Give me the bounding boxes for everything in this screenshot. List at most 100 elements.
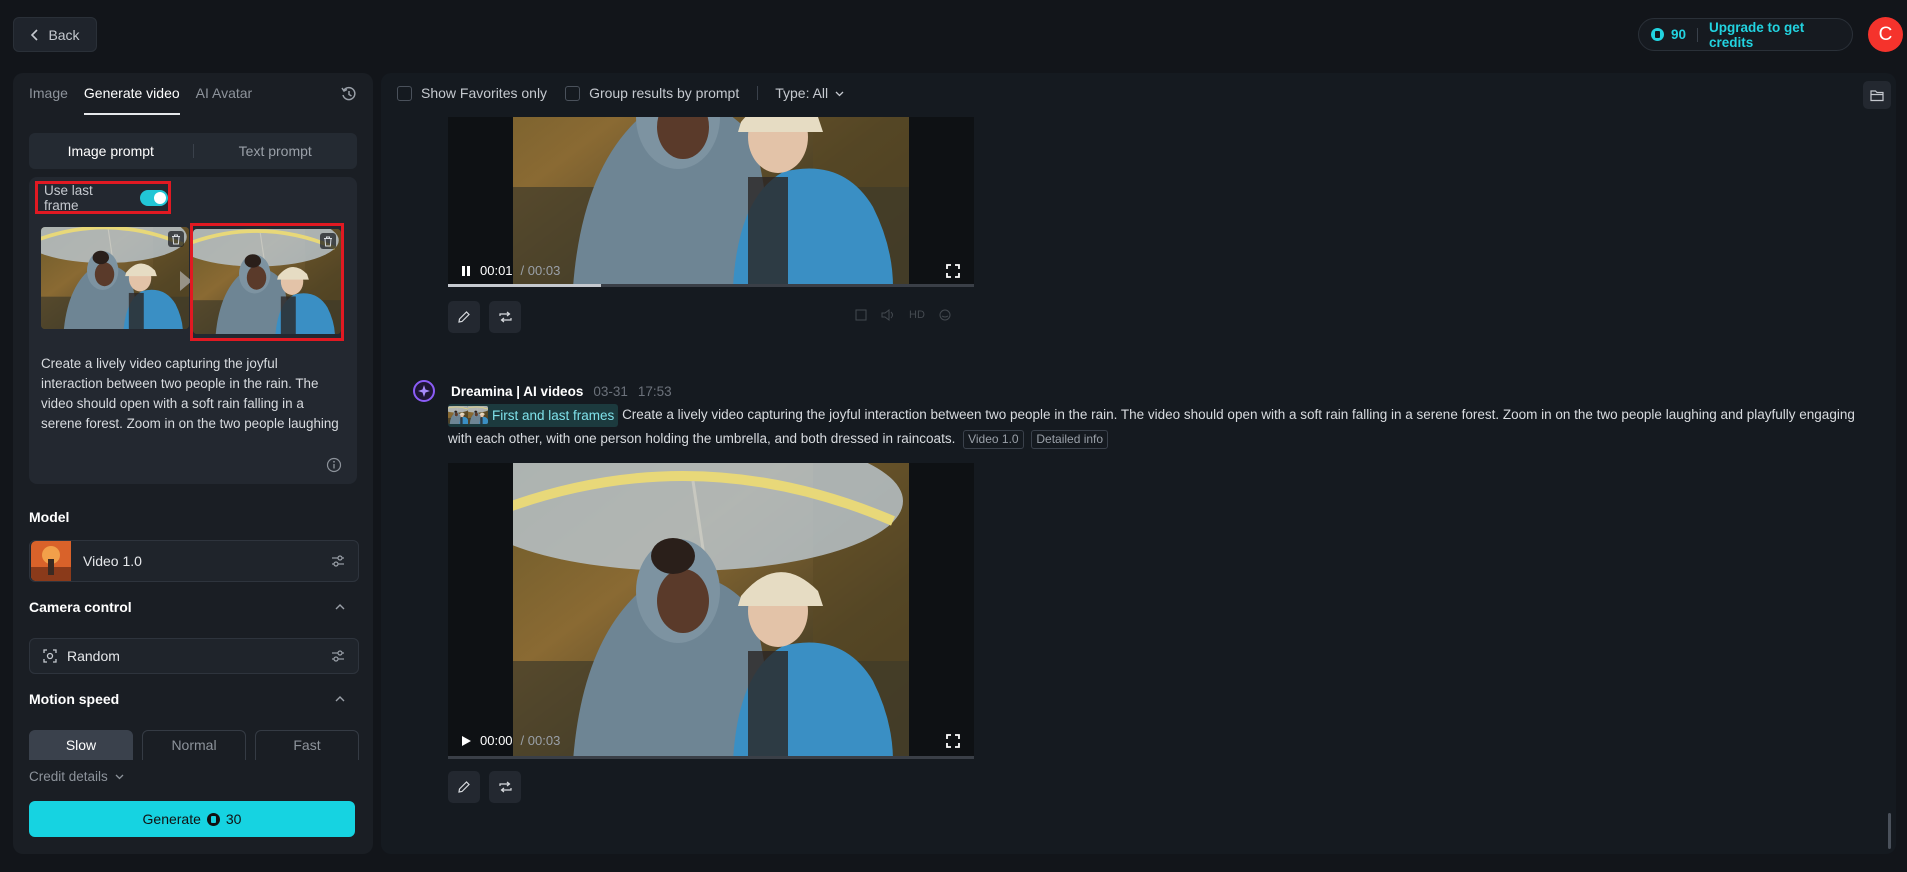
generator-tabs: Image Generate video AI Avatar: [29, 85, 252, 115]
hd-upscale-icon[interactable]: HD: [909, 309, 925, 321]
credit-coin-icon: [206, 812, 220, 826]
generate-cost: 30: [225, 811, 242, 827]
type-filter-label: Type: All: [775, 85, 829, 101]
text-prompt-option[interactable]: Text prompt: [194, 143, 358, 159]
video-2-controls: 00:00 / 00:03: [460, 733, 560, 748]
edit-button[interactable]: [448, 771, 480, 803]
pause-icon[interactable]: [460, 265, 472, 277]
folder-icon: [1870, 89, 1884, 101]
user-avatar[interactable]: C: [1868, 17, 1903, 52]
credit-balance: 90: [1671, 27, 1687, 42]
info-icon[interactable]: [326, 457, 342, 473]
divider: [1697, 27, 1699, 42]
use-last-frame-label: Use last frame: [44, 182, 93, 213]
first-frame-thumbnail[interactable]: [41, 227, 189, 329]
scrollbar-thumb[interactable]: [1888, 813, 1891, 849]
last-frame-image: [193, 229, 341, 334]
favorites-checkbox[interactable]: [397, 85, 412, 101]
video-2-image: [513, 463, 909, 759]
back-label: Back: [48, 26, 80, 43]
upgrade-link[interactable]: Upgrade to get credits: [1709, 20, 1852, 50]
motion-speed-options: Slow Normal Fast: [29, 730, 359, 760]
model-select[interactable]: Video 1.0: [29, 540, 359, 582]
video-2-progress-track[interactable]: [448, 756, 974, 759]
tab-image[interactable]: Image: [29, 85, 68, 115]
image-prompt-option[interactable]: Image prompt: [29, 143, 193, 159]
frame-icon[interactable]: [855, 309, 867, 321]
video-1-progress-fill: [448, 284, 601, 287]
model-name: Video 1.0: [83, 553, 142, 569]
trash-icon[interactable]: [320, 233, 336, 249]
credits-pill[interactable]: 90 Upgrade to get credits: [1638, 18, 1853, 51]
model-section-label: Model: [29, 509, 70, 525]
video-frame-2: [513, 463, 909, 759]
chevron-down-icon: [115, 774, 124, 780]
pencil-icon: [458, 781, 470, 793]
history-icon[interactable]: [340, 85, 358, 103]
first-frame-image: [41, 227, 189, 329]
detailed-info-button[interactable]: Detailed info: [1031, 429, 1109, 449]
prompt-card: Use last frame Create a lively video cap…: [29, 177, 357, 484]
filter-bar: Show Favorites only Group results by pro…: [397, 85, 863, 101]
video-1-duration: / 00:03: [520, 263, 561, 278]
credit-coin-icon: [1651, 28, 1664, 41]
entry-date: 03-31: [593, 383, 628, 399]
group-by-prompt-filter[interactable]: Group results by prompt: [565, 85, 739, 101]
video-player-1[interactable]: 00:01 / 00:03: [448, 117, 974, 287]
chip-thumbnail: [448, 406, 488, 425]
trash-icon[interactable]: [168, 231, 184, 247]
dreamina-logo-icon: [413, 380, 435, 402]
chevron-down-icon: [835, 91, 844, 96]
model-thumbnail: [31, 541, 71, 581]
show-favorites-filter[interactable]: Show Favorites only: [397, 85, 547, 101]
settings-sliders-icon[interactable]: [330, 553, 346, 569]
lipsync-icon[interactable]: [939, 309, 951, 321]
video-1-controls: 00:01 / 00:03: [460, 263, 560, 278]
last-frame-highlight: [190, 223, 344, 341]
folder-button[interactable]: [1863, 81, 1891, 109]
repeat-icon: [498, 781, 512, 793]
camera-control-value: Random: [67, 648, 120, 664]
chevron-up-icon[interactable]: [333, 600, 347, 614]
type-filter-dropdown[interactable]: Type: All: [775, 85, 845, 101]
pencil-icon: [458, 311, 470, 323]
entry-author: Dreamina | AI videos: [451, 383, 584, 399]
speed-normal-button[interactable]: Normal: [142, 730, 246, 760]
fullscreen-icon[interactable]: [946, 734, 960, 748]
tab-ai-avatar[interactable]: AI Avatar: [196, 85, 253, 115]
use-last-frame-toggle[interactable]: [140, 189, 168, 206]
regenerate-button[interactable]: [489, 301, 521, 333]
chevron-left-icon: [31, 28, 39, 41]
last-frame-thumbnail[interactable]: [193, 229, 341, 334]
video-1-progress-track[interactable]: [448, 284, 974, 287]
video-1-image: [513, 117, 909, 287]
repeat-icon: [498, 311, 512, 323]
divider: [757, 86, 759, 100]
camera-control-select[interactable]: Random: [29, 638, 359, 674]
first-last-frames-chip[interactable]: First and last frames: [448, 403, 619, 427]
video-player-2[interactable]: 00:00 / 00:03: [448, 463, 974, 759]
edit-button[interactable]: [448, 301, 480, 333]
results-panel: Show Favorites only Group results by pro…: [381, 73, 1896, 854]
fullscreen-icon[interactable]: [946, 264, 960, 278]
speed-fast-button[interactable]: Fast: [255, 730, 359, 760]
favorites-label: Show Favorites only: [421, 85, 548, 101]
speed-slow-button[interactable]: Slow: [29, 730, 133, 760]
tab-generate-video[interactable]: Generate video: [83, 85, 180, 115]
credit-details-toggle[interactable]: Credit details: [29, 769, 125, 784]
settings-sliders-icon[interactable]: [330, 648, 346, 664]
chevron-up-icon[interactable]: [333, 692, 347, 706]
prompt-mode-toggle: Image prompt Text prompt: [29, 133, 357, 169]
entry-time: 17:53: [637, 383, 672, 399]
group-checkbox[interactable]: [565, 85, 581, 101]
back-button[interactable]: Back: [13, 17, 97, 52]
audio-icon[interactable]: [881, 309, 895, 321]
play-icon[interactable]: [460, 735, 472, 747]
regenerate-button[interactable]: [489, 771, 521, 803]
use-last-frame-row: Use last frame: [35, 181, 171, 214]
generate-button[interactable]: Generate 30: [29, 801, 355, 837]
credit-details-label: Credit details: [29, 769, 108, 784]
prompt-textarea[interactable]: Create a lively video capturing the joyf…: [41, 354, 341, 438]
camera-focus-icon: [43, 649, 57, 663]
entry-header: Dreamina | AI videos 03-31 17:53: [413, 380, 672, 402]
